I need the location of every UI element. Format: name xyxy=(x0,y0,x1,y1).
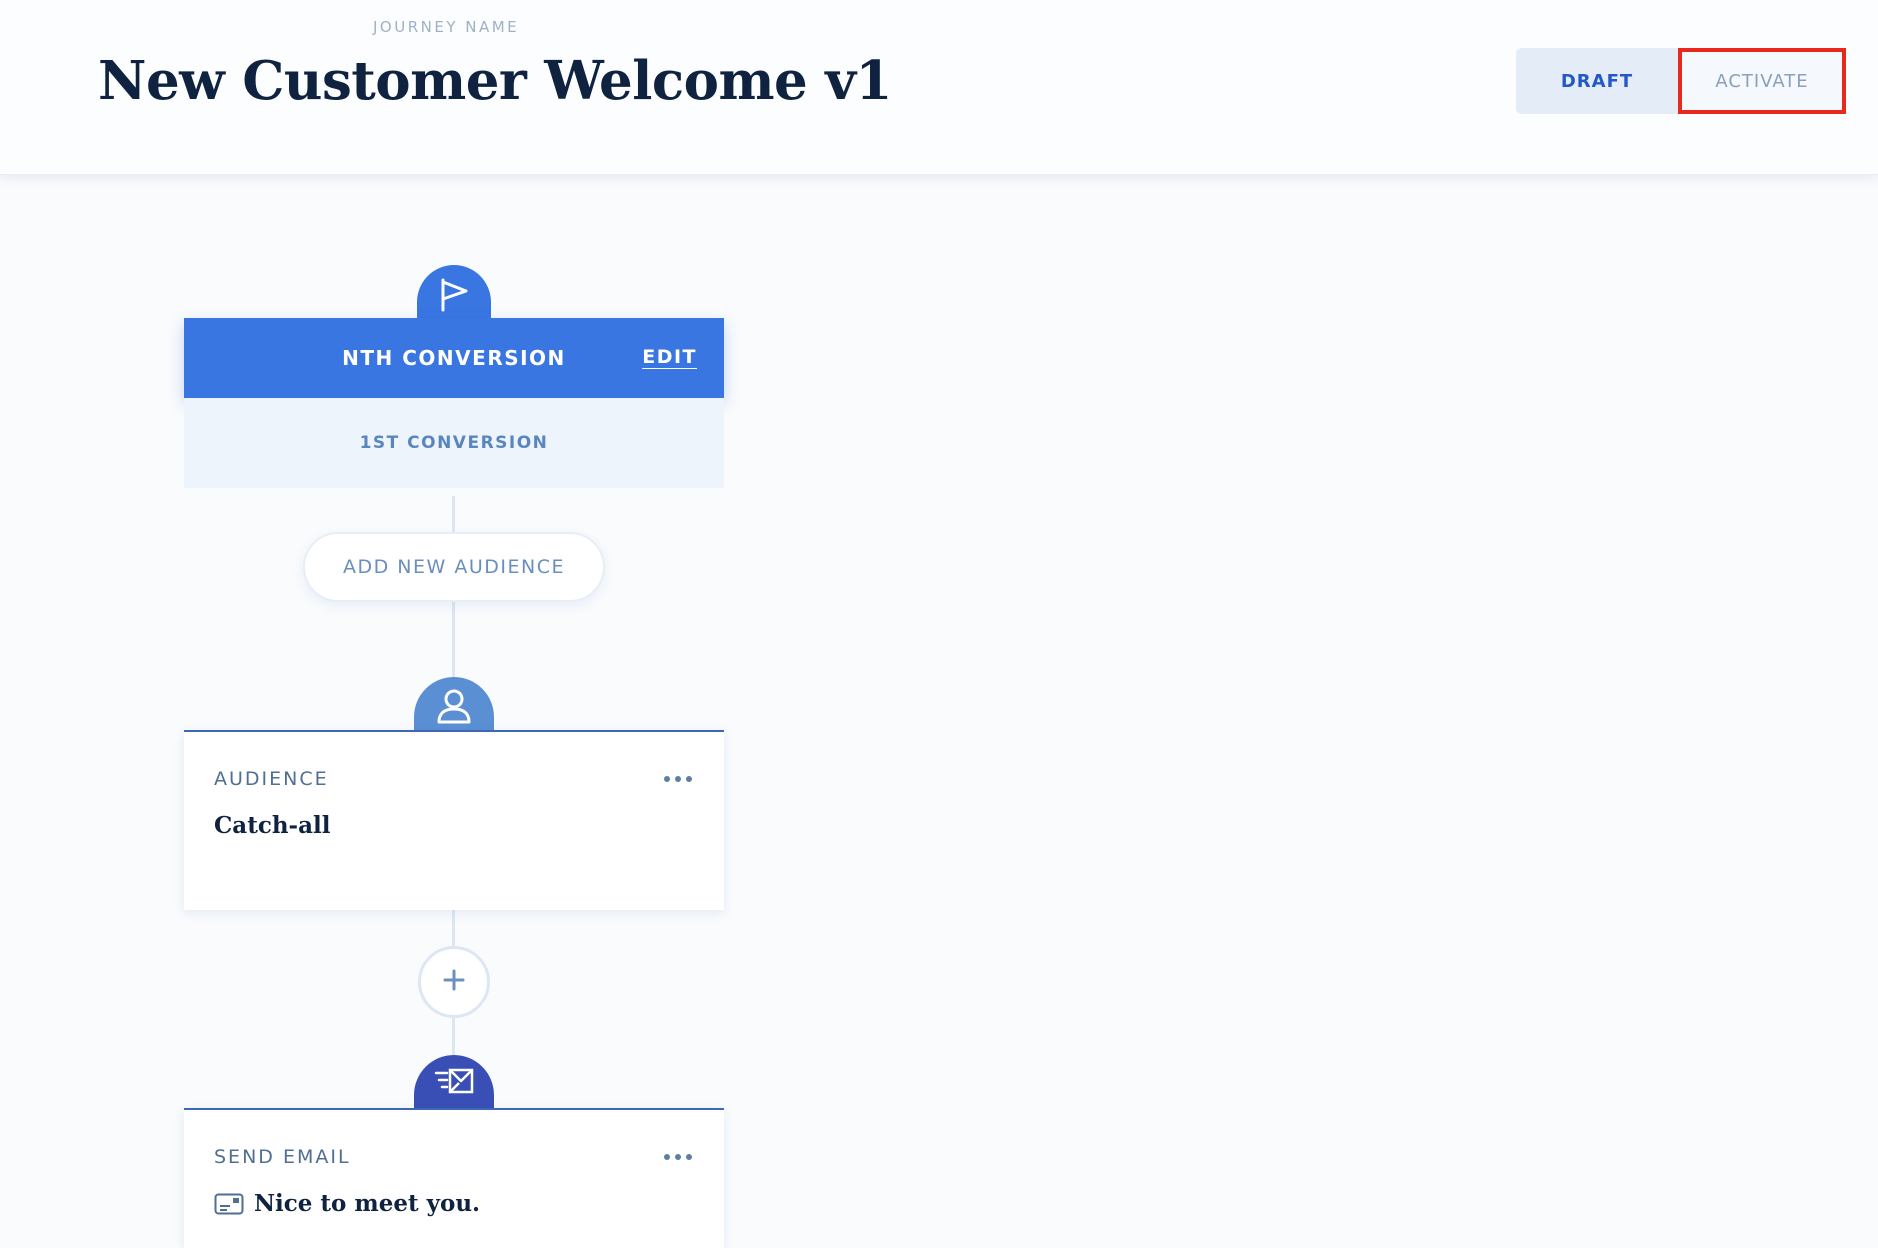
add-new-audience-button[interactable]: ADD NEW AUDIENCE xyxy=(303,532,605,602)
connector-line xyxy=(452,1018,455,1056)
trigger-card: NTH CONVERSION EDIT xyxy=(184,318,724,398)
audience-badge xyxy=(414,677,494,731)
flag-icon xyxy=(438,278,470,316)
user-icon xyxy=(434,688,474,728)
email-template-name: Nice to meet you. xyxy=(254,1190,481,1217)
step-label: AUDIENCE xyxy=(214,768,329,790)
activate-button[interactable]: ACTIVATE xyxy=(1678,48,1846,114)
edit-trigger-link[interactable]: EDIT xyxy=(642,346,697,368)
journey-name-label: JOURNEY NAME xyxy=(373,18,520,36)
step-label: SEND EMAIL xyxy=(214,1146,351,1168)
add-step-button[interactable] xyxy=(418,946,490,1018)
connector-line xyxy=(452,910,455,946)
send-email-icon xyxy=(433,1066,475,1102)
send-email-badge xyxy=(414,1055,494,1109)
trigger-subtitle: 1ST CONVERSION xyxy=(184,398,724,488)
journey-title[interactable]: New Customer Welcome v1 xyxy=(98,50,892,112)
email-value: Nice to meet you. xyxy=(214,1190,480,1217)
audience-step-card[interactable]: AUDIENCE Catch-all xyxy=(184,730,724,910)
audience-value: Catch-all xyxy=(214,812,330,839)
email-template-icon xyxy=(214,1193,244,1215)
more-options-icon[interactable] xyxy=(664,776,692,782)
connector-line xyxy=(452,496,455,532)
connector-line xyxy=(452,602,455,678)
send-email-step-card[interactable]: SEND EMAIL Nice to meet you. xyxy=(184,1108,724,1248)
journey-header: JOURNEY NAME New Customer Welcome v1 DRA… xyxy=(0,0,1878,175)
plus-icon xyxy=(443,969,465,995)
more-options-icon[interactable] xyxy=(664,1154,692,1160)
status-toggle: DRAFT ACTIVATE xyxy=(1516,48,1846,114)
draft-button[interactable]: DRAFT xyxy=(1516,48,1678,114)
audience-name: Catch-all xyxy=(214,812,331,839)
